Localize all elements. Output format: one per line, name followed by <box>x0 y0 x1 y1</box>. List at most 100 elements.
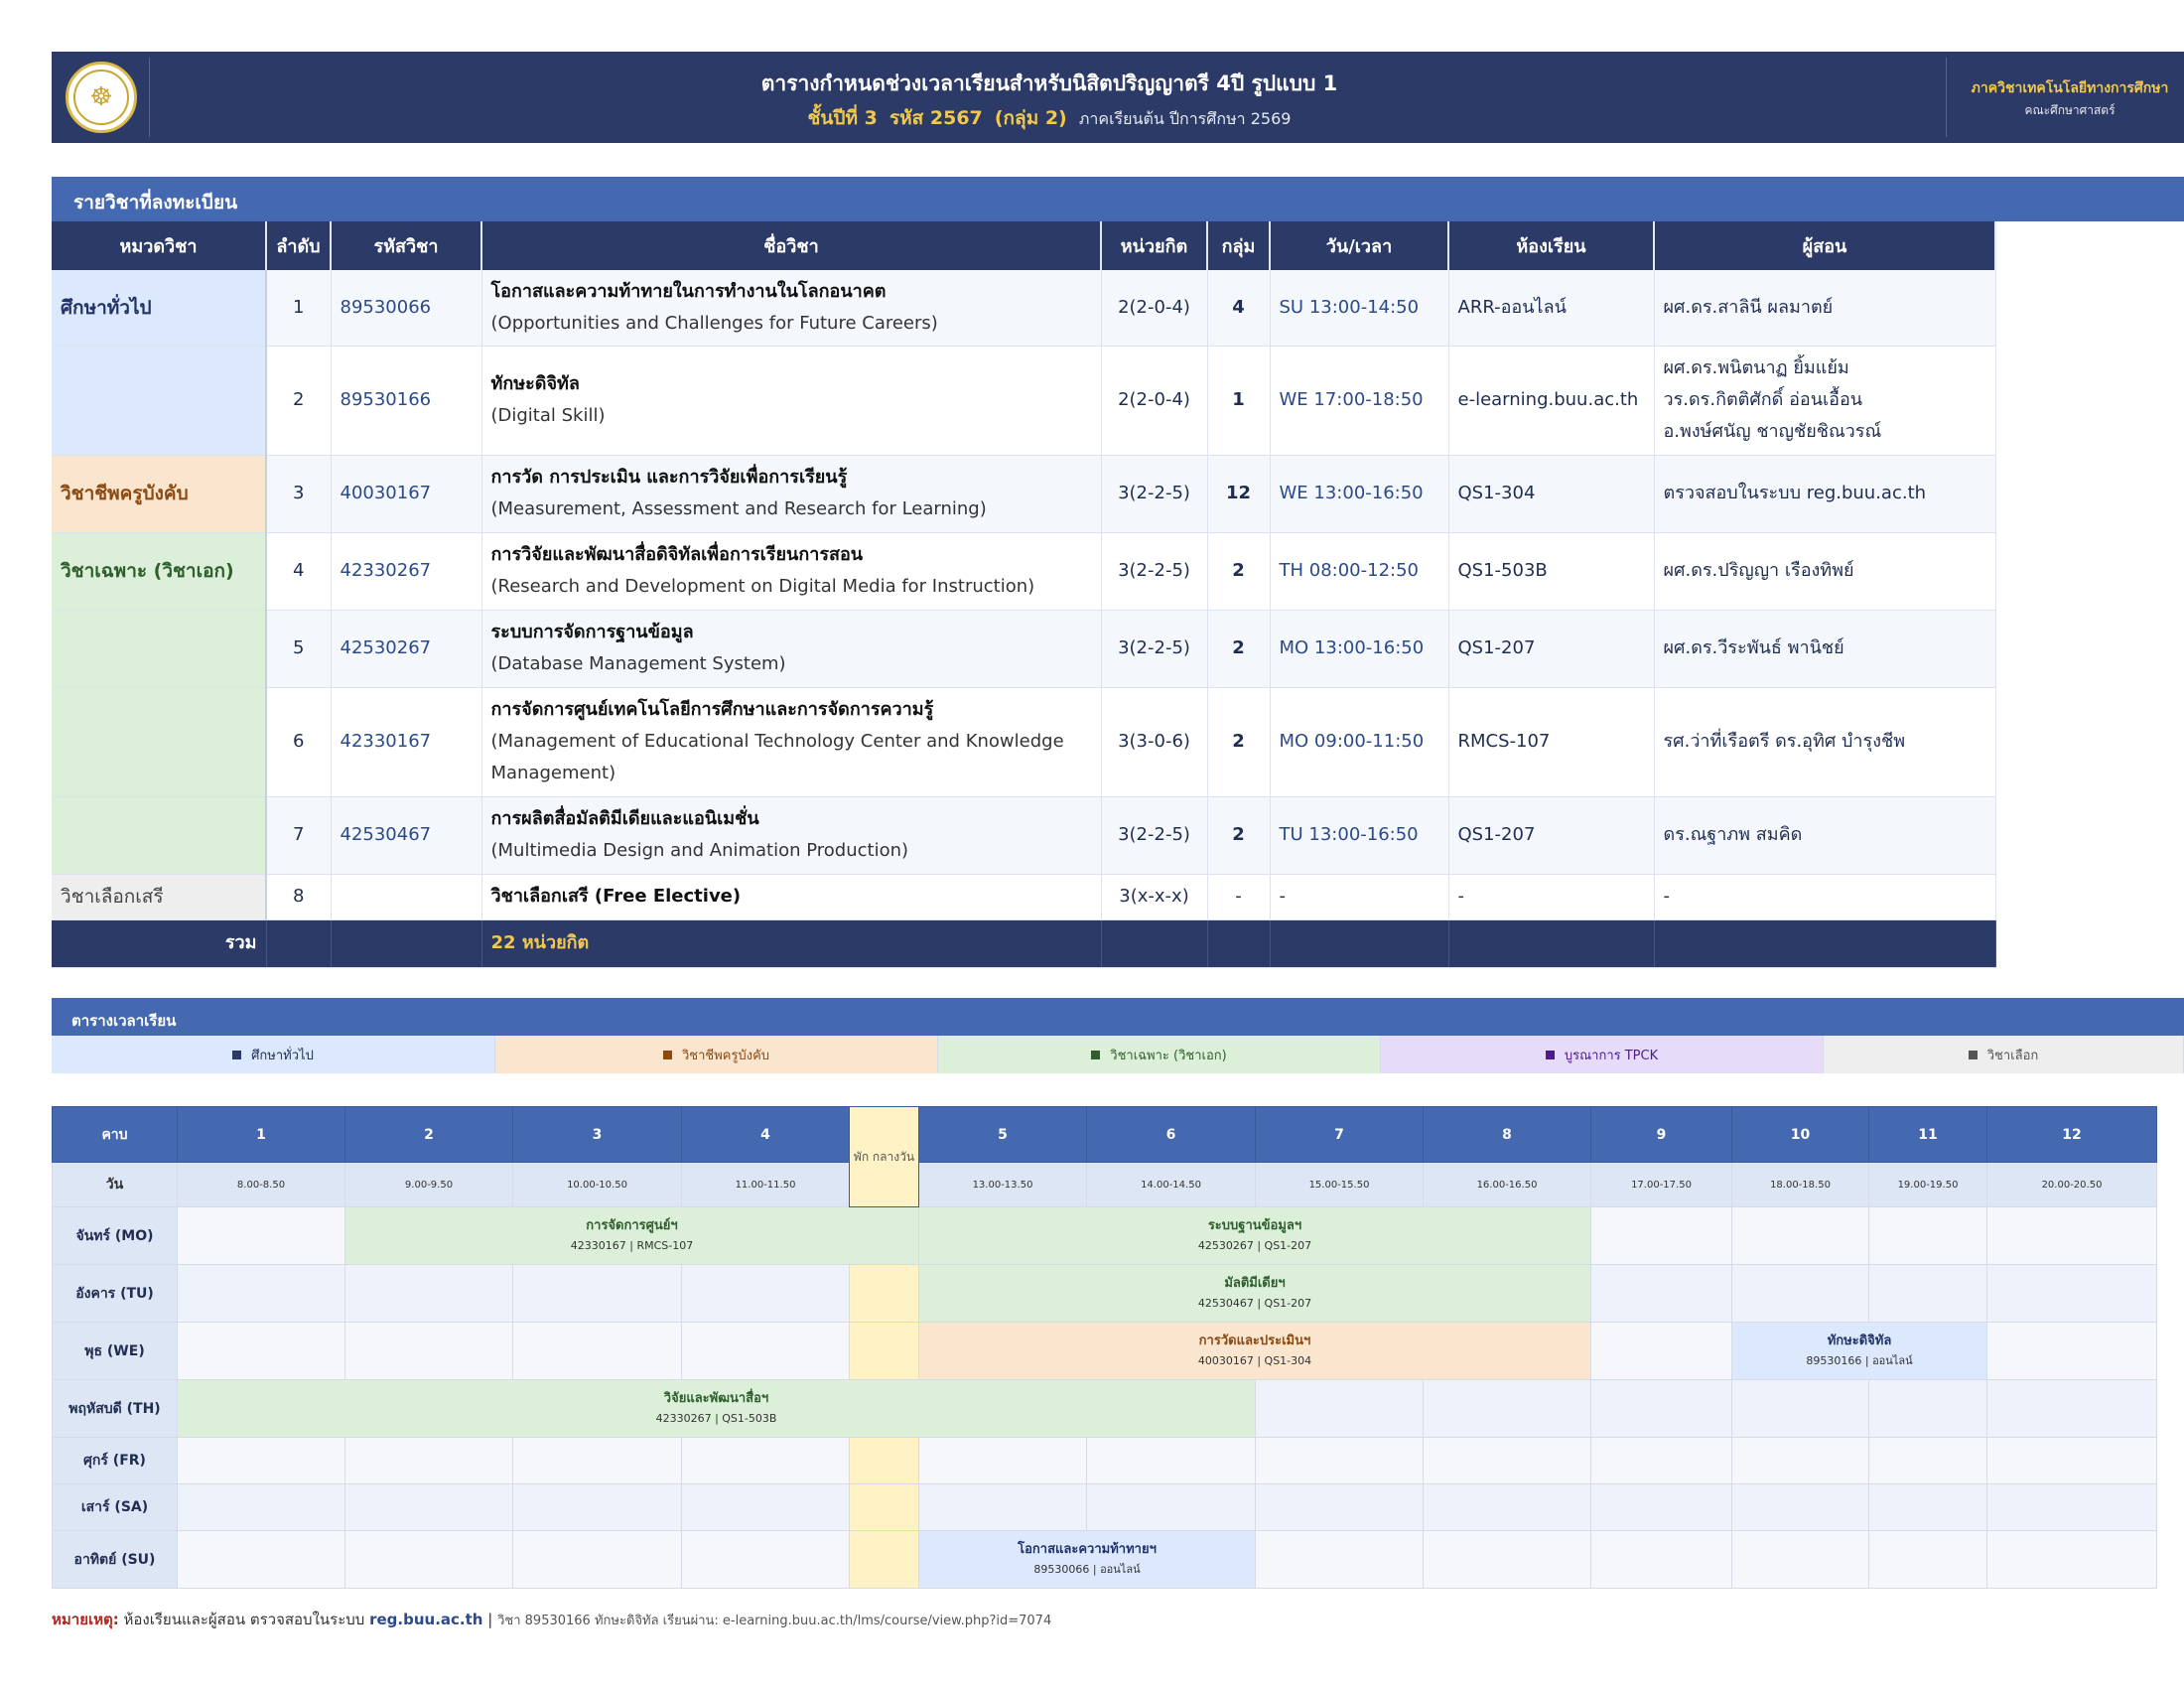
period-number: 9 <box>1590 1106 1732 1163</box>
class-detail: 42330167 | RMCS-107 <box>570 1238 694 1252</box>
day-row-tu: อังคาร (TU) มัลติมีเดียฯ 42530467 | QS1-2… <box>52 1264 2157 1323</box>
name-cell: ทักษะดิจิทัล (Digital Skill) <box>481 346 1102 456</box>
legend-item-major: วิชาเฉพาะ (วิชาเอก) <box>938 1036 1381 1073</box>
empty-slot <box>918 1437 1087 1484</box>
time-slot: 9.00-9.50 <box>344 1162 513 1207</box>
empty-slot <box>918 1483 1087 1531</box>
empty-slot <box>681 1322 850 1380</box>
credit-cell: 3(2-2-5) <box>1101 610 1208 688</box>
empty-slot <box>344 1437 513 1484</box>
period-number: 8 <box>1423 1106 1591 1163</box>
table-row: 5 42530267 ระบบการจัดการฐานข้อมูล (Databa… <box>52 610 1996 688</box>
category-cell <box>52 687 267 797</box>
empty-slot <box>1986 1379 2157 1438</box>
category-cell <box>52 610 267 688</box>
name-cell: การวิจัยและพัฒนาสื่อดิจิทัลเพื่อการเรียน… <box>481 532 1102 611</box>
class-block[interactable]: มัลติมีเดียฯ 42530467 | QS1-207 <box>918 1264 1591 1323</box>
name-th: โอกาสและความท้าทายในการทำงานในโลกอนาคต <box>490 280 887 302</box>
empty-slot <box>1731 1483 1869 1531</box>
period-number: 5 <box>918 1106 1087 1163</box>
time-cell: TU 13:00-16:50 <box>1270 796 1449 875</box>
empty-slot <box>1086 1437 1256 1484</box>
name-en: (Opportunities and Challenges for Future… <box>490 312 938 334</box>
class-block[interactable]: การจัดการศูนย์ฯ 42330167 | RMCS-107 <box>344 1206 919 1265</box>
empty-slot <box>1255 1437 1424 1484</box>
total-label: รวม <box>52 919 267 968</box>
code-cell: 40030167 <box>331 455 482 533</box>
class-detail: 40030167 | QS1-304 <box>1197 1353 1312 1367</box>
day-label: จันทร์ (MO) <box>52 1206 178 1265</box>
empty-cell <box>331 919 482 968</box>
empty-slot <box>1868 1437 1987 1484</box>
time-slot: 20.00-20.50 <box>1986 1162 2157 1207</box>
class-title: ระบบฐานข้อมูลฯ <box>1207 1217 1302 1233</box>
courses-table: หมวดวิชา ลำดับ รหัสวิชา ชื่อวิชา หน่วยกิ… <box>52 221 1996 968</box>
class-detail: 89530066 | ออนไลน์ <box>1033 1562 1141 1576</box>
period-row: คาบ 1 2 3 4 พัก กลางวัน 5 6 7 8 9 10 11 … <box>52 1106 2157 1207</box>
empty-slot <box>344 1264 513 1323</box>
time-slot: 8.00-8.50 <box>177 1162 345 1207</box>
empty-cell <box>1448 919 1655 968</box>
col-header: ผู้สอน <box>1654 221 1996 270</box>
legend-swatch <box>1968 1050 1978 1059</box>
day-label: ศุกร์ (FR) <box>52 1437 178 1484</box>
time-slot: 15.00-15.50 <box>1255 1162 1424 1207</box>
class-block[interactable]: ระบบฐานข้อมูลฯ 42530267 | QS1-207 <box>918 1206 1591 1265</box>
instructor-cell: ตรวจสอบในระบบ reg.buu.ac.th <box>1654 455 1996 533</box>
university-logo: ☸ <box>66 62 137 133</box>
group-cell: 4 <box>1207 270 1271 347</box>
group-cell: 2 <box>1207 796 1271 875</box>
empty-slot <box>177 1483 345 1531</box>
legend-swatch <box>1545 1050 1555 1059</box>
table-header-row: หมวดวิชา ลำดับ รหัสวิชา ชื่อวิชา หน่วยกิ… <box>52 221 1996 270</box>
total-row: รวม 22 หน่วยกิต <box>52 919 1996 968</box>
empty-slot <box>512 1530 682 1589</box>
time-slot: 18.00-18.50 <box>1731 1162 1869 1207</box>
name-cell: การผลิตสื่อมัลติมีเดียและแอนิเมชั่น (Mult… <box>481 796 1102 875</box>
empty-slot <box>1590 1206 1732 1265</box>
legend-label: บูรณาการ TPCK <box>1564 1048 1659 1063</box>
name-cell: การวัด การประเมิน และการวิจัยเพื่อการเรี… <box>481 455 1102 533</box>
page-header: ☸ ตารางกำหนดช่วงเวลาเรียนสำหรับนิสิตปริญ… <box>52 52 2184 143</box>
class-detail: 42530467 | QS1-207 <box>1197 1296 1312 1310</box>
timetable: คาบ 1 2 3 4 พัก กลางวัน 5 6 7 8 9 10 11 … <box>52 1106 2157 1589</box>
page-subtitle: ชั้นปีที่ 3 รหัส 2567 (กลุ่ม 2) ภาคเรียน… <box>161 103 1938 133</box>
day-row-mo: จันทร์ (MO) การจัดการศูนย์ฯ 42330167 | RM… <box>52 1206 2157 1265</box>
table-row: วิชาเลือกเสรี 8 วิชาเลือกเสรี (Free Elec… <box>52 874 1996 920</box>
lunch-break-cell <box>849 1483 919 1531</box>
class-block[interactable]: การวัดและประเมินฯ 40030167 | QS1-304 <box>918 1322 1591 1380</box>
class-block[interactable]: วิจัยและพัฒนาสื่อฯ 42330267 | QS1-503B <box>177 1379 1256 1438</box>
empty-slot <box>512 1264 682 1323</box>
empty-slot <box>1086 1483 1256 1531</box>
order-cell: 2 <box>266 346 332 456</box>
instructor-cell: - <box>1654 874 1996 920</box>
instructor-cell: รศ.ว่าที่เรือตรี ดร.อุทิศ บำรุงชีพ <box>1654 687 1996 797</box>
table-row: วิชาเฉพาะ (วิชาเอก) 4 42330267 การวิจัยแ… <box>52 532 1996 611</box>
day-label: พฤหัสบดี (TH) <box>52 1379 178 1438</box>
empty-slot <box>1731 1264 1869 1323</box>
name-th: วิชาเลือกเสรี (Free Elective) <box>490 886 742 907</box>
col-header: ห้องเรียน <box>1448 221 1655 270</box>
empty-slot <box>177 1322 345 1380</box>
name-cell: การจัดการศูนย์เทคโนโลยีการศึกษาและการจัด… <box>481 687 1102 797</box>
period-number: 12 <box>1986 1106 2157 1163</box>
empty-slot <box>1590 1264 1732 1323</box>
courses-section-title: รายวิชาที่ลงทะเบียน <box>73 192 238 213</box>
empty-slot <box>681 1264 850 1323</box>
legend-swatch <box>1091 1050 1101 1059</box>
code-cell: 89530166 <box>331 346 482 456</box>
group-cell: 2 <box>1207 532 1271 611</box>
class-block[interactable]: โอกาสและความท้าทายฯ 89530066 | ออนไลน์ <box>918 1530 1256 1589</box>
day-label: พุธ (WE) <box>52 1322 178 1380</box>
code-cell: 42330267 <box>331 532 482 611</box>
empty-cell <box>266 919 332 968</box>
class-block[interactable]: ทักษะดิจิทัล 89530166 | ออนไลน์ <box>1731 1322 1987 1380</box>
empty-slot <box>1590 1379 1732 1438</box>
category-cell <box>52 796 267 875</box>
time-cell: MO 13:00-16:50 <box>1270 610 1449 688</box>
day-label: เสาร์ (SA) <box>52 1483 178 1531</box>
reg-link[interactable]: reg.buu.ac.th <box>369 1611 482 1628</box>
day-row-su: อาทิตย์ (SU) โอกาสและความท้าทายฯ 89530066… <box>52 1530 2157 1589</box>
empty-slot <box>177 1206 345 1265</box>
room-cell: - <box>1448 874 1655 920</box>
